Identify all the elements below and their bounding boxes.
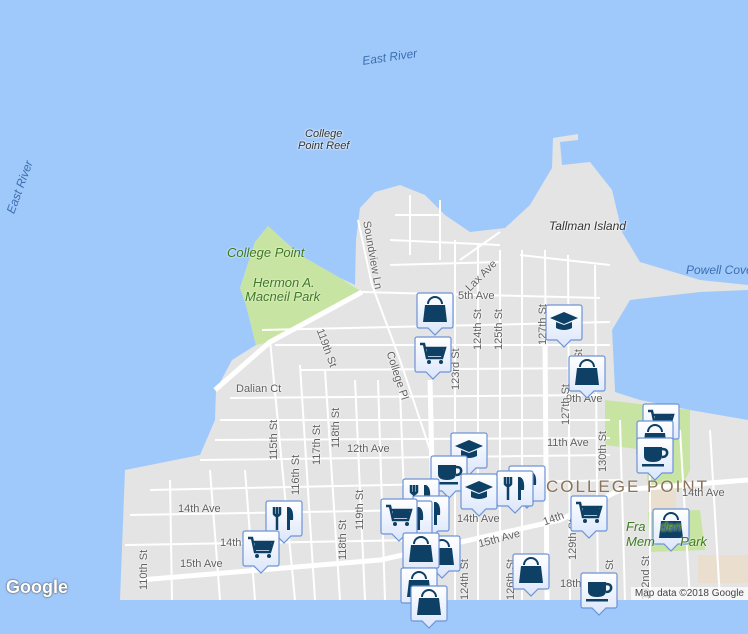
marker-school[interactable]	[460, 473, 498, 517]
street-119th-2: 119th St	[354, 489, 366, 530]
marker-grocery[interactable]	[570, 495, 608, 539]
street-118th-2: 118th St	[337, 519, 349, 560]
marker-shopping[interactable]	[512, 553, 550, 597]
marker-grocery[interactable]	[242, 530, 280, 574]
marker-cafe[interactable]	[580, 572, 618, 616]
label-tallman-island: Tallman Island	[549, 219, 626, 233]
marker-school[interactable]	[545, 304, 583, 348]
building-area	[698, 555, 748, 583]
marker-cafe[interactable]	[636, 437, 674, 481]
map-attribution[interactable]: Map data ©2018 Google	[630, 587, 748, 600]
street-116th: 116th St	[290, 454, 302, 495]
street-14th: 14th	[220, 537, 242, 549]
street-11th-ave: 11th Ave	[547, 437, 589, 449]
street-115th: 115th St	[268, 419, 280, 460]
street-125th: 125th St	[493, 309, 505, 350]
label-powell-cove: Powell Cove	[686, 263, 748, 277]
street-dalian-ct: Dalian Ct	[236, 383, 282, 395]
street-117th: 117th St	[311, 424, 323, 465]
street-14th-ave-3: 14th Ave	[682, 487, 725, 499]
street-118th: 118th St	[330, 407, 342, 448]
label-reef: College Point Reef	[298, 128, 350, 152]
marker-restaurant[interactable]	[496, 470, 534, 514]
street-15th-ave: 15th Ave	[180, 558, 223, 570]
map-canvas[interactable]	[0, 0, 748, 600]
street-124th: 124th St	[472, 309, 484, 350]
street-12th-ave: 12th Ave	[347, 443, 390, 455]
street-110th: 110th St	[138, 549, 150, 590]
street-130th: 130th St	[597, 431, 609, 472]
label-park-macneil: Macneil Park	[245, 289, 321, 304]
street-18th: 18th	[560, 578, 582, 590]
marker-shopping[interactable]	[568, 355, 606, 399]
marker-shopping[interactable]	[416, 292, 454, 336]
google-logo[interactable]: Google	[6, 577, 68, 598]
marker-shopping[interactable]	[410, 585, 448, 629]
label-park-college-point: College Point	[227, 245, 305, 260]
label-park-hermon: Hermon A.	[253, 275, 315, 290]
street-5th-ave: 5th Ave	[458, 290, 495, 302]
label-memorial-park: Fra den Mem Park	[626, 519, 707, 549]
street-14th-ave: 14th Ave	[178, 503, 221, 515]
marker-grocery[interactable]	[414, 336, 452, 380]
